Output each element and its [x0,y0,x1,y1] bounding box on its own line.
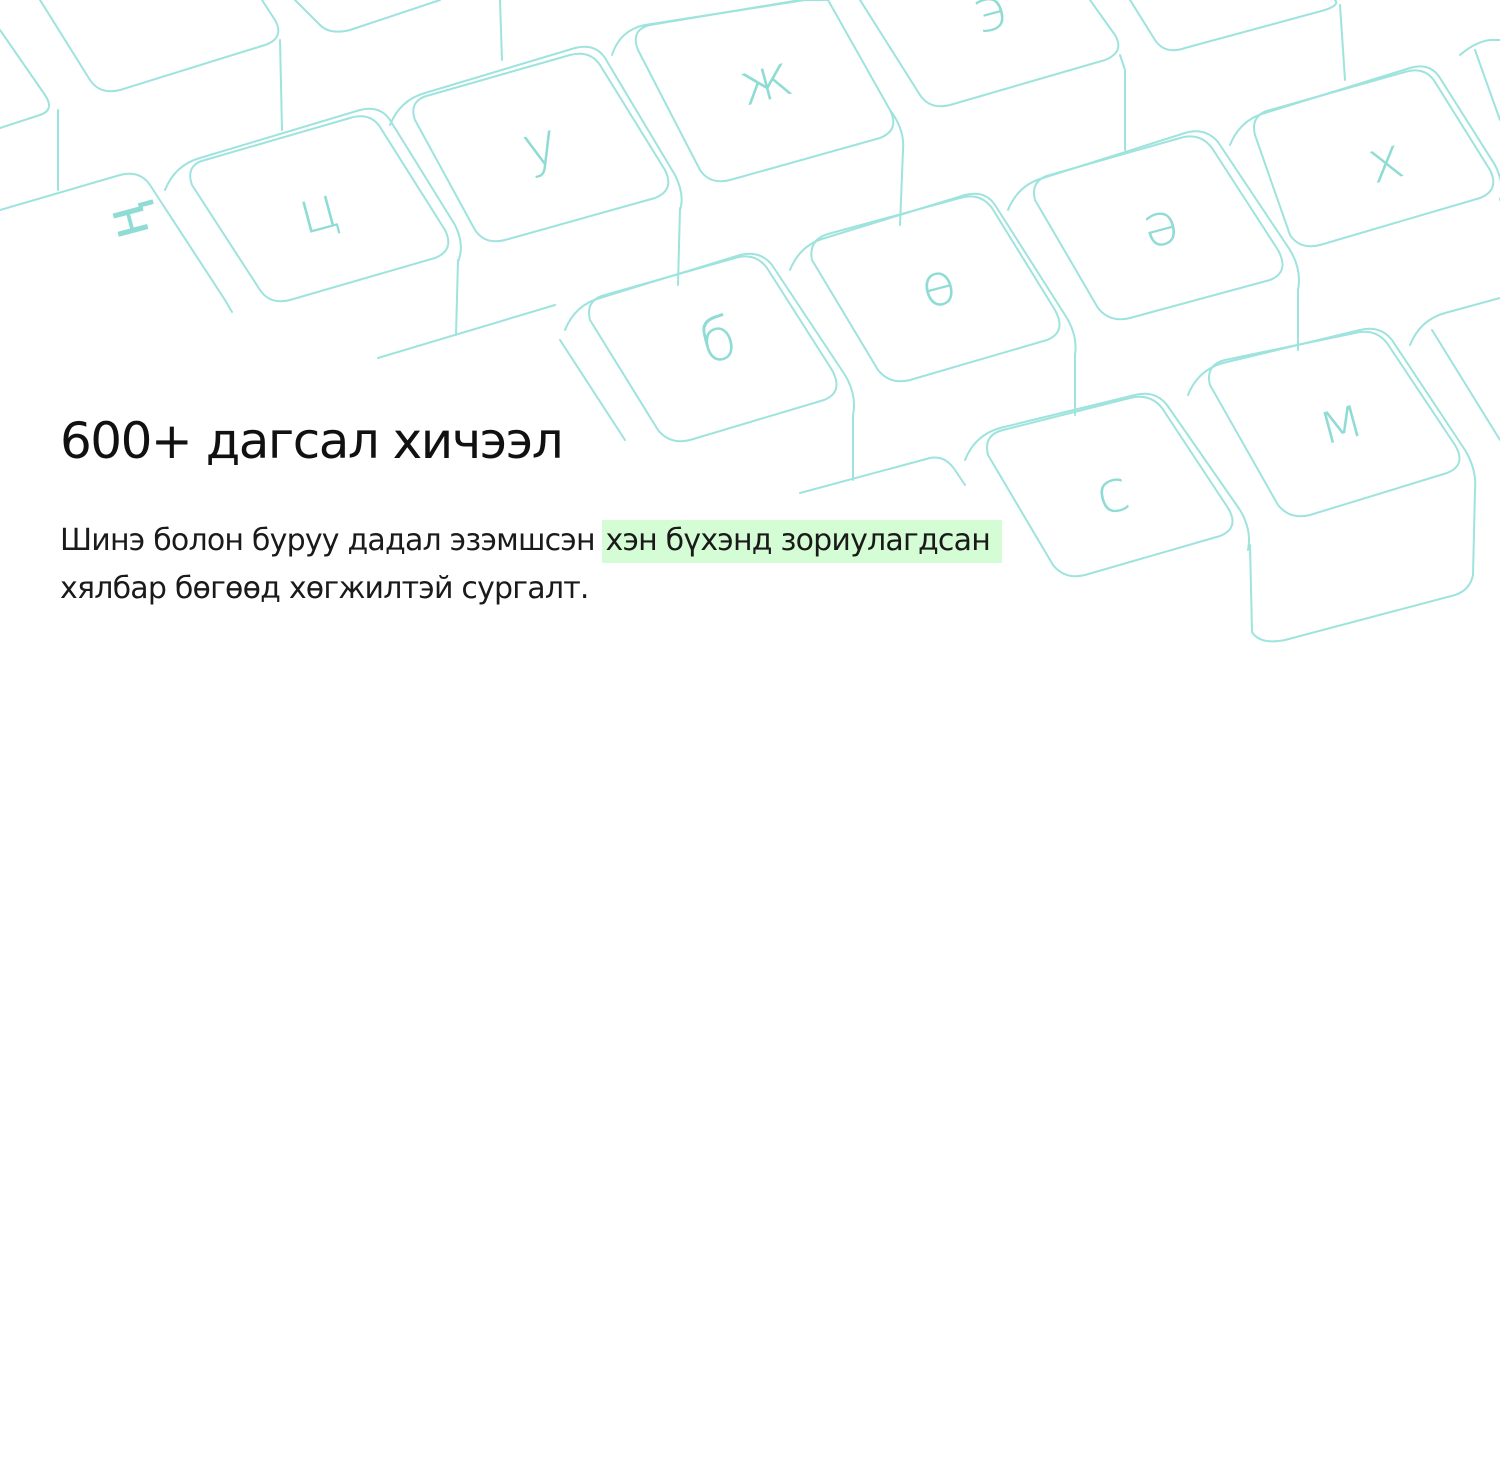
keyboard-key [1459,39,1500,121]
keyboard-key [1129,0,1346,81]
keyboard-key [0,29,59,191]
keyboard-key: у [389,45,683,286]
keyboard-key: ө [789,192,1077,416]
keyboard-key: м [1187,327,1477,643]
description: Шинэ болон буруу дадал эзэмшсэн хэн бүхэ… [60,517,1160,613]
key-glyph: м [1310,381,1370,458]
description-line-2: хялбар бөгөөд хөгжилтэй сургалт. [60,571,589,606]
key-glyph: у [515,108,566,183]
highlighted-text: хэн бүхэнд зориулагдсан [601,520,1003,563]
description-text: Шинэ болон буруу дадал эзэмшсэн [60,523,604,558]
keyboard-key: ж [611,0,905,226]
key-glyph: ә [1134,188,1186,263]
keyboard-key [1409,297,1500,441]
keyboard-key [294,0,503,61]
key-glyph: э [966,0,1014,47]
keyboard-key: ц [164,107,462,336]
key-glyph: ж [731,40,799,119]
key-glyph: б [692,303,744,378]
description-line-1: Шинэ болон буруу дадал эзэмшсэн хэн бүхэ… [60,517,1160,565]
key-glyph: ө [912,248,964,323]
key-glyph: ц [290,172,346,248]
key-glyph: ң [89,198,163,247]
keyboard-key [39,0,283,131]
keyboard-key: ә [1007,130,1300,351]
page-title: 600+ дагсал хичээл [60,412,564,470]
key-glyph: х [1360,123,1411,198]
